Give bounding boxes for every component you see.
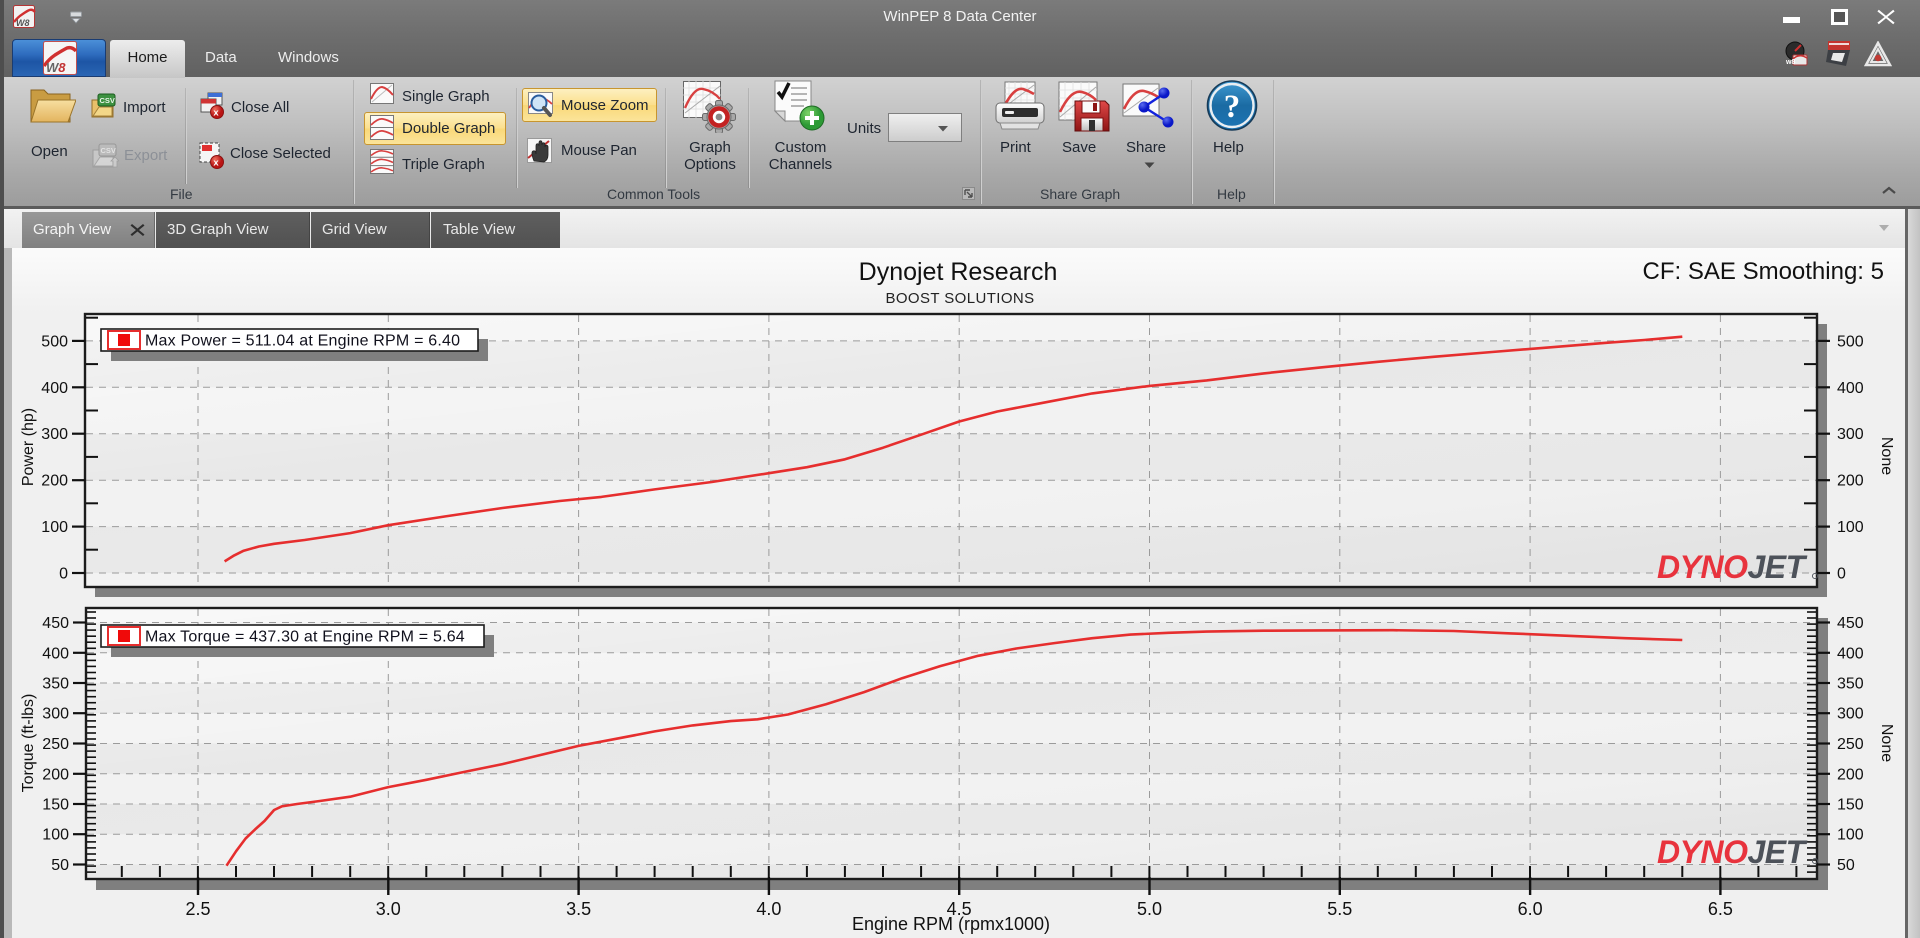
svg-text:W8: W8 [16,18,30,28]
svg-text:w8: w8 [1785,59,1795,66]
svg-text:250: 250 [42,736,69,753]
svg-text:Max Power = 511.04 at Engine R: Max Power = 511.04 at Engine RPM = 6.40 [145,333,460,350]
svg-text:200: 200 [1837,473,1864,490]
svg-text:None: None [1878,437,1895,475]
svg-text:150: 150 [42,797,69,814]
svg-text:400: 400 [1837,380,1864,397]
svg-text:400: 400 [41,380,68,397]
svg-text:450: 450 [1837,615,1864,632]
svg-text:3.5: 3.5 [566,899,591,919]
svg-text:5.5: 5.5 [1327,899,1352,919]
svg-text:100: 100 [41,519,68,536]
svg-text:CF: SAE Smoothing: 5: CF: SAE Smoothing: 5 [1643,258,1884,285]
svg-text:DYNOJET: DYNOJET [1657,834,1808,870]
svg-text:300: 300 [1837,706,1864,723]
svg-text:500: 500 [1837,333,1864,350]
svg-text:150: 150 [1837,797,1864,814]
svg-text:?: ? [1224,89,1241,125]
svg-text:Power (hp): Power (hp) [20,408,37,486]
svg-text:None: None [1878,724,1895,762]
svg-text:W8: W8 [46,60,66,75]
svg-text:6.5: 6.5 [1708,899,1733,919]
svg-text:200: 200 [42,766,69,783]
svg-text:DYNOJET: DYNOJET [1657,549,1808,585]
svg-text:4.0: 4.0 [756,899,781,919]
svg-text:x: x [213,108,219,119]
svg-text:2.5: 2.5 [185,899,210,919]
svg-text:50: 50 [51,857,69,874]
svg-text:400: 400 [1837,645,1864,662]
svg-text:100: 100 [1837,827,1864,844]
svg-text:450: 450 [42,615,69,632]
svg-text:200: 200 [1837,766,1864,783]
svg-text:3.0: 3.0 [376,899,401,919]
svg-text:Engine RPM (rpmx1000): Engine RPM (rpmx1000) [852,914,1050,934]
svg-text:50: 50 [1837,857,1855,874]
svg-text:CSV: CSV [100,96,115,105]
svg-text:300: 300 [1837,426,1864,443]
svg-text:0: 0 [1837,566,1846,583]
svg-text:5.0: 5.0 [1137,899,1162,919]
svg-text:CSV: CSV [101,146,116,155]
svg-text:100: 100 [42,827,69,844]
svg-text:Torque (ft-lbs): Torque (ft-lbs) [20,694,37,793]
svg-text:Dynojet Research: Dynojet Research [859,258,1058,286]
svg-text:200: 200 [41,473,68,490]
svg-text:250: 250 [1837,736,1864,753]
svg-text:100: 100 [1837,519,1864,536]
svg-text:300: 300 [41,426,68,443]
svg-text:x: x [213,158,219,169]
svg-text:300: 300 [42,706,69,723]
svg-text:0: 0 [59,566,68,583]
svg-text:Max Torque = 437.30 at Engine: Max Torque = 437.30 at Engine RPM = 5.64 [145,629,465,646]
svg-text:6.0: 6.0 [1518,899,1543,919]
svg-text:BOOST SOLUTIONS: BOOST SOLUTIONS [885,290,1034,307]
svg-text:350: 350 [42,676,69,693]
svg-text:500: 500 [41,333,68,350]
svg-text:350: 350 [1837,676,1864,693]
svg-text:400: 400 [42,645,69,662]
